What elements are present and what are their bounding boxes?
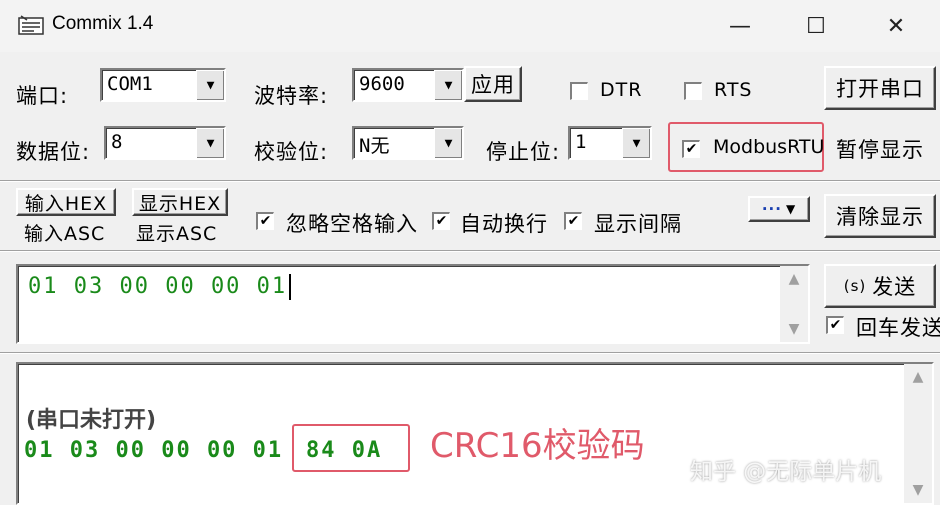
send-button[interactable]: (s) 发送 xyxy=(824,264,936,308)
port-label: 端口: xyxy=(16,84,69,108)
chevron-down-icon[interactable]: ▼ xyxy=(196,70,224,100)
crc-annotation: CRC16校验码 xyxy=(430,426,645,466)
display-asc-button[interactable]: 显示ASC xyxy=(136,219,217,246)
baud-select[interactable]: 9600 ▼ xyxy=(352,68,464,102)
divider xyxy=(0,250,940,252)
modbus-checkbox[interactable] xyxy=(682,140,700,158)
port-value: COM1 xyxy=(107,73,153,95)
parity-value: N无 xyxy=(359,135,390,157)
maximize-icon: ☐ xyxy=(806,13,826,39)
crc-highlight xyxy=(292,424,410,472)
data-bits-label: 数据位: xyxy=(16,140,91,164)
parity-select[interactable]: N无 ▼ xyxy=(352,126,464,160)
dtr-checkbox[interactable] xyxy=(570,82,588,100)
text-caret xyxy=(289,274,292,300)
receive-scrollbar[interactable]: ▲ ▼ xyxy=(904,364,932,503)
input-asc-button[interactable]: 输入ASC xyxy=(24,219,105,246)
minimize-button[interactable]: — xyxy=(700,0,780,52)
data-bits-select[interactable]: 8 ▼ xyxy=(104,126,226,160)
minimize-icon: — xyxy=(729,13,751,39)
ignore-space-label: 忽略空格输入 xyxy=(286,212,418,236)
enter-send-label: 回车发送 xyxy=(856,316,940,340)
auto-newline-checkbox[interactable] xyxy=(432,212,450,230)
chevron-down-icon[interactable]: ▼ xyxy=(622,128,650,158)
modbus-label: ModbusRTU xyxy=(713,136,825,158)
divider xyxy=(0,180,940,182)
chevron-down-icon[interactable]: ▼ xyxy=(196,128,224,158)
scroll-up-icon[interactable]: ▲ xyxy=(904,364,932,390)
baud-label: 波特率: xyxy=(254,84,329,108)
maximize-button[interactable]: ☐ xyxy=(776,0,856,52)
divider xyxy=(0,352,940,354)
display-hex-button[interactable]: 显示HEX xyxy=(132,188,228,216)
close-icon: ✕ xyxy=(886,13,906,39)
chevron-down-icon: ▼ xyxy=(785,202,797,216)
data-bits-value: 8 xyxy=(111,131,123,153)
receive-data-text: 01 03 00 00 00 01 xyxy=(24,438,284,463)
scroll-up-icon[interactable]: ▲ xyxy=(780,266,808,292)
stop-bits-value: 1 xyxy=(575,131,587,153)
auto-newline-label: 自动换行 xyxy=(460,212,548,236)
parity-label: 校验位: xyxy=(254,140,329,164)
app-icon xyxy=(18,15,44,35)
port-select[interactable]: COM1 ▼ xyxy=(100,68,226,102)
rts-label: RTS xyxy=(714,79,753,101)
send-input-text: 01 03 00 00 00 01 xyxy=(28,274,292,300)
stop-bits-label: 停止位: xyxy=(486,140,561,164)
chevron-down-icon[interactable]: ▼ xyxy=(434,70,462,100)
send-input[interactable]: 01 03 00 00 00 01 ▲ ▼ xyxy=(16,264,810,344)
scroll-down-icon[interactable]: ▼ xyxy=(904,477,932,503)
input-hex-button[interactable]: 输入HEX xyxy=(16,188,116,216)
send-scrollbar[interactable]: ▲ ▼ xyxy=(780,266,808,342)
rts-checkbox[interactable] xyxy=(684,82,702,100)
scroll-down-icon[interactable]: ▼ xyxy=(780,316,808,342)
title-bar: Commix 1.4 — ☐ ✕ xyxy=(0,0,940,52)
watermark: 知乎 @无际单片机 xyxy=(690,459,882,485)
port-status-text: (串口未打开) xyxy=(26,408,157,433)
close-button[interactable]: ✕ xyxy=(856,0,936,52)
show-interval-checkbox[interactable] xyxy=(564,212,582,230)
stop-bits-select[interactable]: 1 ▼ xyxy=(568,126,652,160)
more-icon: ··· xyxy=(761,200,782,218)
ignore-space-checkbox[interactable] xyxy=(256,212,274,230)
send-shortcut: (s) xyxy=(843,277,867,295)
chevron-down-icon[interactable]: ▼ xyxy=(434,128,462,158)
show-interval-label: 显示间隔 xyxy=(594,212,682,236)
apply-button[interactable]: 应用 xyxy=(464,66,522,102)
dtr-label: DTR xyxy=(600,79,643,101)
baud-value: 9600 xyxy=(359,73,405,95)
more-options-button[interactable]: ··· ▼ xyxy=(748,196,810,222)
enter-send-checkbox[interactable] xyxy=(826,316,844,334)
pause-display-button[interactable]: 暂停显示 xyxy=(836,134,924,164)
open-port-button[interactable]: 打开串口 xyxy=(824,66,936,110)
window-title: Commix 1.4 xyxy=(52,13,154,34)
clear-display-button[interactable]: 清除显示 xyxy=(824,194,936,238)
send-label: 发送 xyxy=(872,275,917,299)
